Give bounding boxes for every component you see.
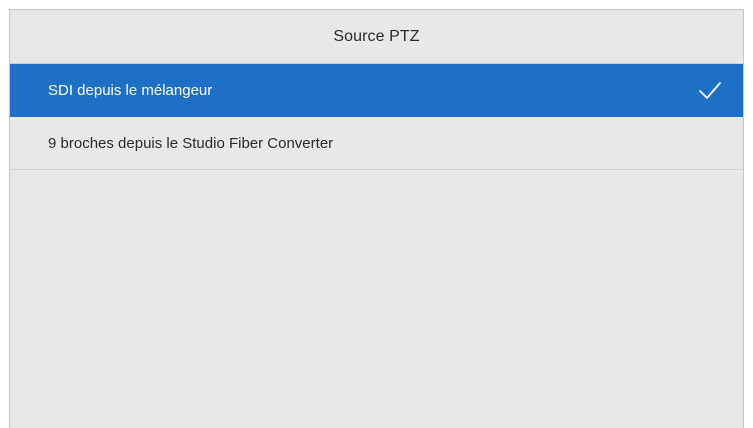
checkmark-icon: [697, 80, 723, 102]
panel-title: Source PTZ: [333, 27, 420, 45]
option-sdi-from-switcher[interactable]: SDI depuis le mélangeur: [10, 64, 743, 117]
option-list: SDI depuis le mélangeur 9 broches depuis…: [10, 64, 743, 170]
option-label: 9 broches depuis le Studio Fiber Convert…: [48, 134, 334, 152]
panel-header: Source PTZ: [10, 10, 743, 64]
ptz-source-panel: Source PTZ SDI depuis le mélangeur 9 bro…: [9, 9, 744, 428]
option-label: SDI depuis le mélangeur: [48, 82, 213, 99]
option-9pin-from-studio-fiber-converter[interactable]: 9 broches depuis le Studio Fiber Convert…: [10, 117, 743, 170]
